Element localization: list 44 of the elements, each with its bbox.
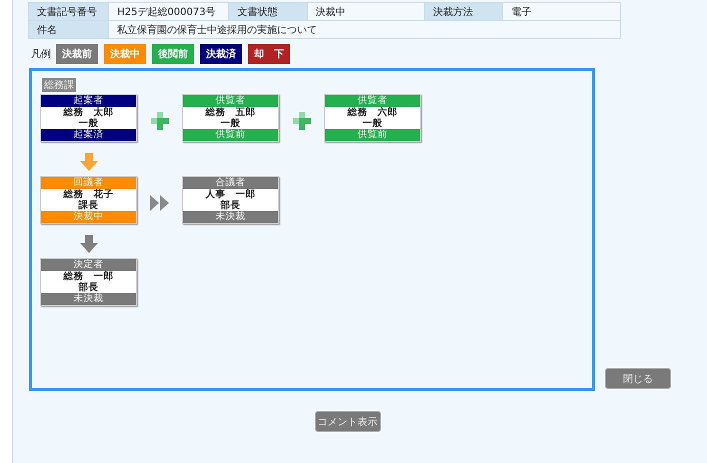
status-label: 決裁中 <box>41 211 136 223</box>
field-value: 私立保育園の保育士中途採用の実施について <box>108 20 620 38</box>
job-title: 部長 <box>219 200 242 211</box>
department-label: 総務課 <box>42 78 76 92</box>
field-label: 件名 <box>28 20 109 38</box>
person-name: 総務 六郎 <box>346 107 398 118</box>
status-label: 起案済 <box>41 129 136 141</box>
role-label: 決定者 <box>41 259 136 271</box>
role-label: 回議者 <box>41 177 136 189</box>
person-name: 総務 太郎 <box>62 107 114 118</box>
role-label: 合議者 <box>183 177 278 189</box>
job-title: 一般 <box>362 118 384 129</box>
close-button[interactable]: 閉じる <box>605 368 671 389</box>
plus-icon <box>292 112 310 130</box>
field-value: 電子 <box>502 2 620 20</box>
status-label: 未決裁 <box>183 211 278 223</box>
field-value: H25デ起総000073号 <box>108 2 229 20</box>
job-title: 課長 <box>77 200 100 211</box>
person-name: 総務 五郎 <box>204 107 256 118</box>
legend-chip: 却 下 <box>248 44 290 64</box>
field-label: 文書記号番号 <box>28 2 109 20</box>
person-name: 総務 一郎 <box>62 271 114 282</box>
legend-chip: 決裁中 <box>104 44 146 64</box>
field-label: 決裁方法 <box>424 2 503 20</box>
double-arrow-icon <box>150 194 170 210</box>
field-value: 決裁中 <box>307 2 425 20</box>
status-label: 供覧前 <box>183 129 278 141</box>
role-label: 起案者 <box>41 95 136 107</box>
legend-chip: 決裁済 <box>200 44 242 64</box>
job-title: 部長 <box>77 282 100 293</box>
comment-button[interactable]: コメント表示 <box>314 411 380 432</box>
job-title: 一般 <box>220 118 242 129</box>
status-label: 供覧前 <box>325 129 420 141</box>
job-title: 一般 <box>78 118 100 129</box>
person-name: 総務 花子 <box>62 189 114 200</box>
field-label: 文書状態 <box>228 2 307 20</box>
role-label: 供覧者 <box>183 95 278 107</box>
person-name: 人事 一郎 <box>204 189 256 200</box>
legend-chip: 後閲前 <box>152 44 194 64</box>
role-label: 供覧者 <box>325 95 420 107</box>
legend-label: 凡例 <box>31 48 51 61</box>
plus-icon <box>150 112 168 130</box>
status-label: 未決裁 <box>41 293 136 305</box>
legend-chip: 決裁前 <box>56 44 98 64</box>
